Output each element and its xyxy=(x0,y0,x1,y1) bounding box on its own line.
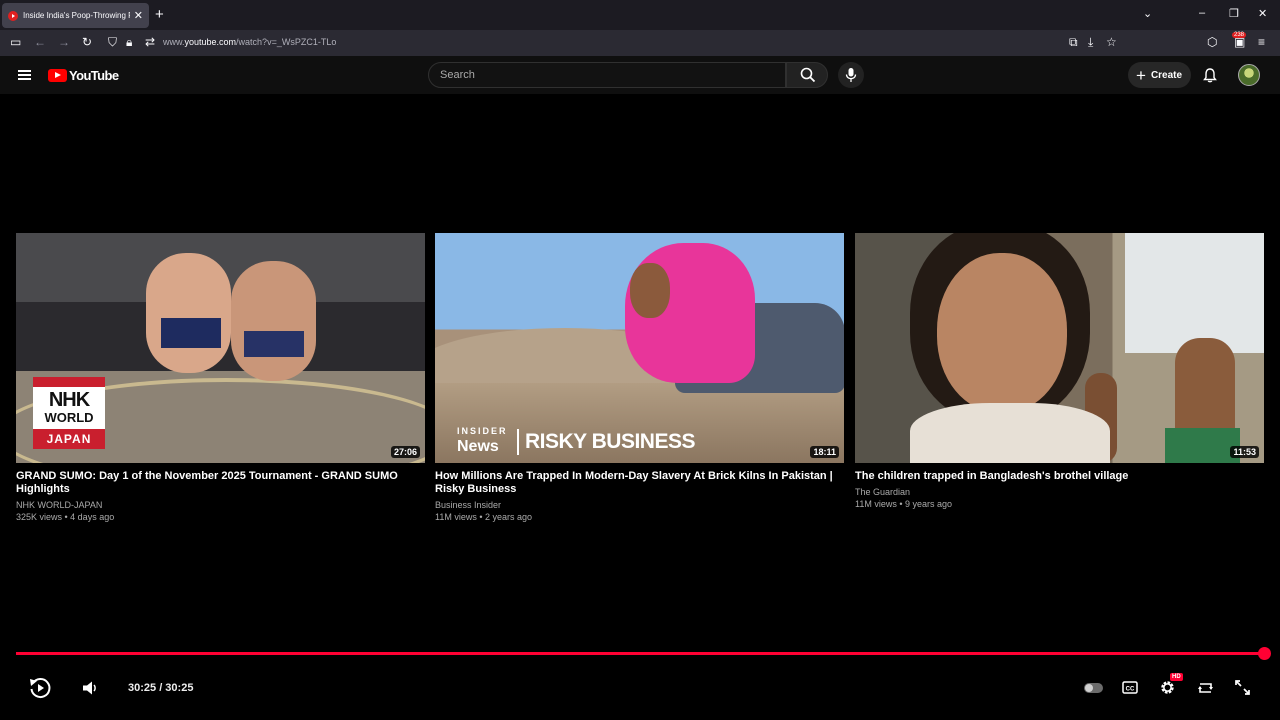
bookmark-star-icon[interactable]: ☆ xyxy=(1106,35,1117,49)
mawashi-right xyxy=(244,331,304,357)
nhk-world-japan-logo: NHK WORLD JAPAN xyxy=(33,377,105,449)
hd-badge: HD xyxy=(1170,673,1183,681)
search-icon xyxy=(800,67,816,83)
video-thumbnail[interactable]: NHK WORLD JAPAN 27:06 xyxy=(16,233,425,463)
video-stats: 11M views • 9 years ago xyxy=(855,499,953,509)
create-label: Create xyxy=(1150,69,1183,81)
microphone-icon xyxy=(845,68,857,82)
video-title[interactable]: How Millions Are Trapped In Modern-Day S… xyxy=(435,470,844,496)
miniplayer-icon[interactable] xyxy=(1197,681,1214,695)
youtube-play-logo-icon xyxy=(48,69,67,82)
channel-name[interactable]: The Guardian xyxy=(855,486,1264,498)
create-button[interactable]: + Create xyxy=(1128,62,1191,88)
account-avatar[interactable] xyxy=(1238,64,1260,86)
thumb-face xyxy=(630,263,670,318)
permissions-icon[interactable]: ⇄ xyxy=(145,35,155,49)
menu-icon[interactable]: ≡ xyxy=(1258,35,1265,49)
logo-line-3: JAPAN xyxy=(33,429,105,449)
svg-text:CC: CC xyxy=(1126,686,1135,692)
youtube-logo[interactable]: YouTube xyxy=(48,68,119,83)
sidebar-toggle-icon[interactable]: ▭ xyxy=(10,35,21,49)
reload-icon[interactable]: ↻ xyxy=(82,35,92,49)
extension-badge: 238 xyxy=(1232,32,1247,38)
thumb-child-shorts xyxy=(1165,428,1240,463)
endscreen-video-card[interactable]: INSIDER News RISKY BUSINESS 18:11 How Mi… xyxy=(435,233,844,523)
video-title[interactable]: The children trapped in Bangladesh's bro… xyxy=(855,470,1264,483)
tab-close-icon[interactable]: ✕ xyxy=(134,9,143,22)
new-tab-button[interactable]: + xyxy=(155,6,164,23)
lock-icon[interactable]: 🔒︎ xyxy=(126,35,132,49)
extensions-icon[interactable]: ⬡ xyxy=(1207,35,1217,49)
search-input[interactable]: Search xyxy=(428,62,786,88)
tab-title: Inside India's Poop-Throwing F xyxy=(23,11,130,20)
download-icon[interactable]: ⤓ xyxy=(1088,35,1093,49)
channel-name[interactable]: Business Insider xyxy=(435,499,844,511)
video-thumbnail[interactable]: INSIDER News RISKY BUSINESS 18:11 xyxy=(435,233,844,463)
search-button[interactable] xyxy=(786,62,828,88)
voice-search-button[interactable] xyxy=(838,62,864,88)
duration-badge: 18:11 xyxy=(810,446,839,458)
insider-overlay-text: INSIDER xyxy=(457,426,508,436)
video-thumbnail[interactable]: 11:53 xyxy=(855,233,1264,463)
wrestler-left xyxy=(146,253,231,373)
video-title[interactable]: GRAND SUMO: Day 1 of the November 2025 T… xyxy=(16,470,425,496)
back-button-icon[interactable]: ← xyxy=(34,35,46,49)
video-stats: 11M views • 2 years ago xyxy=(435,512,533,522)
replay-icon[interactable] xyxy=(28,676,52,700)
duration-badge: 27:06 xyxy=(390,446,420,458)
captions-icon[interactable]: CC xyxy=(1122,681,1138,694)
notifications-bell-icon[interactable] xyxy=(1203,68,1217,83)
minimize-window-button[interactable]: – xyxy=(1199,7,1205,19)
guide-menu-icon[interactable] xyxy=(18,70,31,80)
picture-in-picture-icon[interactable]: ⧉ xyxy=(1069,35,1078,49)
wrestler-right xyxy=(231,261,316,381)
url-path: /watch?v=_WsPZC1-TLo xyxy=(236,37,337,47)
browser-nav-bar: ▭ ← → ↻ ⛉ 🔒︎ ⇄ www.youtube.com/watch?v=_… xyxy=(0,30,1280,56)
duration-badge: 11:53 xyxy=(1230,446,1259,458)
address-bar[interactable]: www.youtube.com/watch?v=_WsPZC1-TLo xyxy=(163,37,336,47)
autoplay-toggle[interactable] xyxy=(1084,683,1103,693)
settings-gear-icon[interactable] xyxy=(1159,679,1176,696)
tab-list-chevron-icon[interactable]: ⌄ xyxy=(1143,7,1152,20)
url-domain: youtube.com xyxy=(184,37,237,47)
overlay-divider xyxy=(517,429,519,455)
news-overlay-text: News xyxy=(457,438,499,455)
youtube-header: YouTube Search + Create xyxy=(0,56,1280,94)
url-prefix: www. xyxy=(163,37,185,47)
endscreen-video-card[interactable]: 11:53 The children trapped in Bangladesh… xyxy=(855,233,1264,510)
thumb-shirt xyxy=(910,403,1110,463)
youtube-favicon-icon xyxy=(8,10,18,21)
progress-bar[interactable] xyxy=(16,652,1264,655)
browser-tab-active[interactable]: Inside India's Poop-Throwing F ✕ xyxy=(2,3,149,28)
logo-line-2: WORLD xyxy=(44,410,94,425)
logo-red-bar xyxy=(33,377,105,387)
shield-icon[interactable]: ⛉ xyxy=(108,35,117,49)
browser-tab-bar: Inside India's Poop-Throwing F ✕ + ⌄ – ❐… xyxy=(0,0,1280,30)
thumb-face xyxy=(937,253,1067,413)
thumb-sky xyxy=(1125,233,1264,353)
mawashi-left xyxy=(161,318,221,348)
plus-icon: + xyxy=(1136,65,1146,85)
scrubber-handle[interactable] xyxy=(1258,647,1271,660)
channel-name[interactable]: NHK WORLD-JAPAN xyxy=(16,499,425,511)
close-window-button[interactable]: ✕ xyxy=(1258,7,1267,20)
volume-icon[interactable] xyxy=(82,681,98,695)
forward-button-icon[interactable]: → xyxy=(58,35,70,49)
logo-line-1: NHK xyxy=(48,389,90,411)
youtube-wordmark: YouTube xyxy=(69,68,119,83)
video-stats: 325K views • 4 days ago xyxy=(16,512,115,522)
series-overlay-text: RISKY BUSINESS xyxy=(525,430,696,453)
fullscreen-icon[interactable] xyxy=(1235,680,1250,695)
restore-window-button[interactable]: ❐ xyxy=(1229,7,1239,20)
endscreen-video-card[interactable]: NHK WORLD JAPAN 27:06 GRAND SUMO: Day 1 … xyxy=(16,233,425,523)
time-display: 30:25 / 30:25 xyxy=(128,682,194,694)
